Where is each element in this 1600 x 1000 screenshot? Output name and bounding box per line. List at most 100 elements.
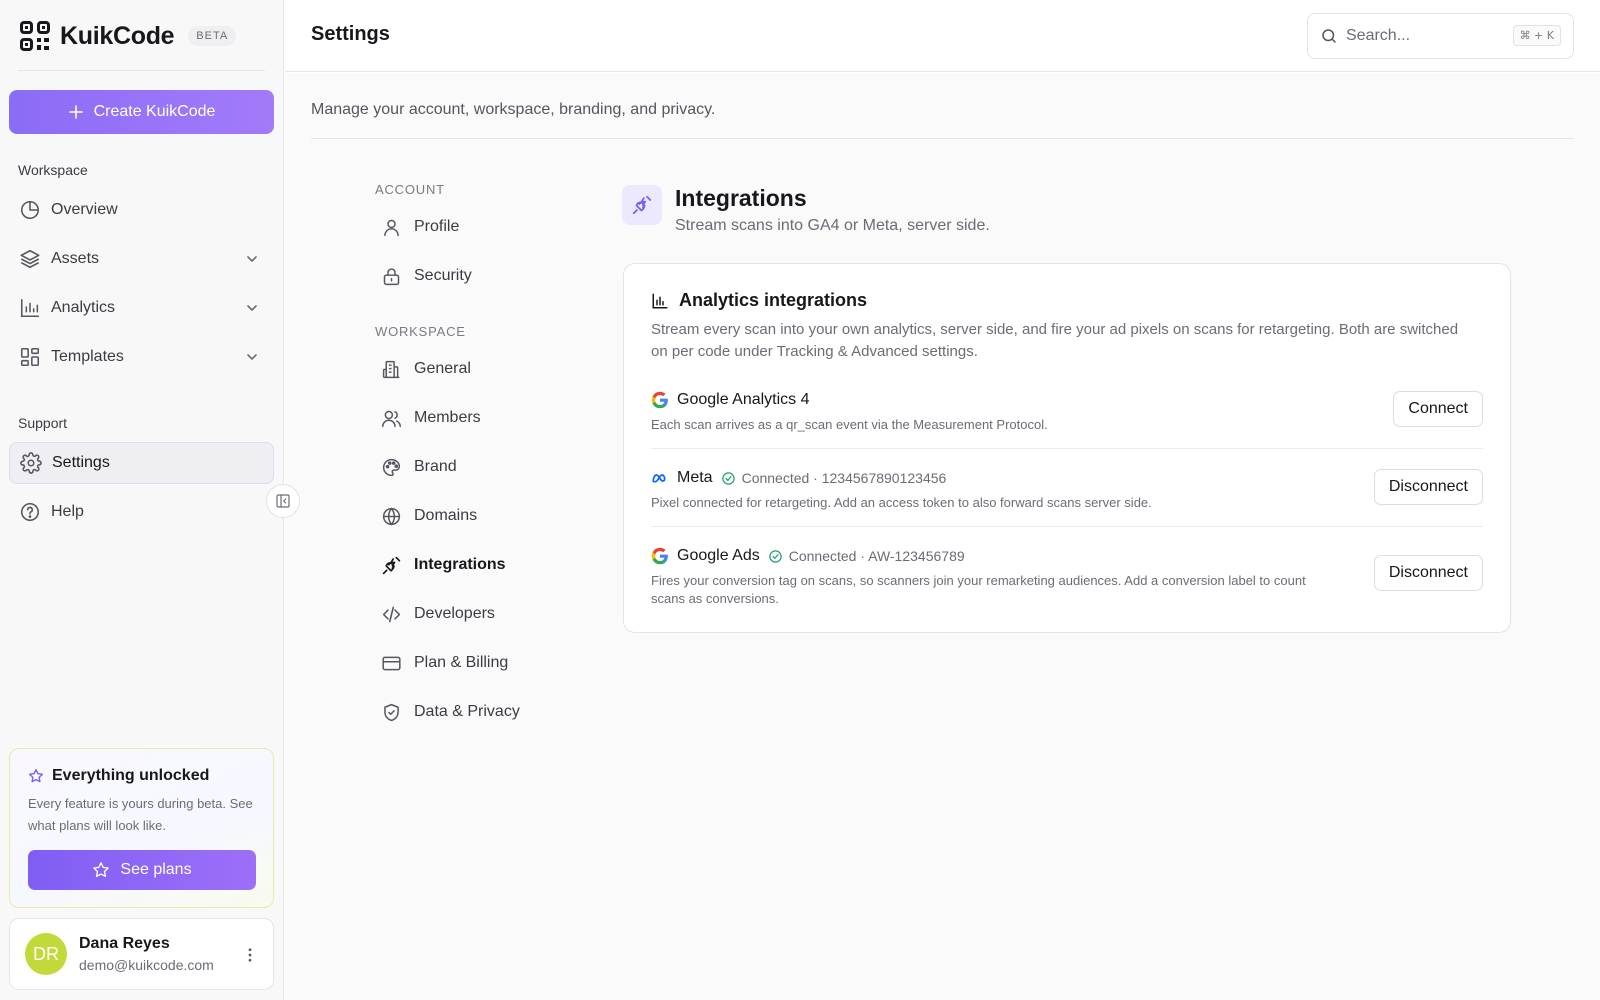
- unlock-title-row: Everything unlocked: [28, 767, 255, 785]
- create-kuikcode-button[interactable]: Create KuikCode: [9, 90, 274, 134]
- search-input[interactable]: [1346, 27, 1506, 45]
- help-circle-icon: [20, 502, 40, 522]
- plus-icon: [68, 105, 83, 119]
- integration-row-meta: Meta Connected · 1234567890123456 Pixel …: [651, 469, 1483, 527]
- card-description: Stream every scan into your own analytic…: [651, 321, 1459, 360]
- nav-item-label: General: [414, 360, 471, 377]
- pie-chart-icon: [21, 200, 40, 219]
- top-bar: Settings ⌘ + K: [285, 0, 1600, 72]
- check-circle-icon: [768, 549, 782, 563]
- search-shortcut: ⌘ + K: [1512, 25, 1561, 46]
- bar-chart-icon: [652, 293, 668, 308]
- credit-card-icon: [382, 656, 401, 670]
- integration-description: Each scan arrives as a qr_scan event via…: [651, 417, 1048, 432]
- settings-nav-data-privacy[interactable]: Data & Privacy: [375, 692, 575, 732]
- search-icon: [1322, 29, 1336, 43]
- sidebar-item-settings[interactable]: Settings: [9, 442, 274, 484]
- sidebar-item-label: Overview: [51, 201, 118, 218]
- code-icon: [382, 606, 401, 622]
- nav-item-label: Brand: [414, 458, 457, 475]
- settings-nav-integrations[interactable]: Integrations: [375, 545, 575, 585]
- nav-item-label: Security: [414, 267, 472, 284]
- sidebar-item-analytics[interactable]: Analytics: [9, 287, 274, 329]
- gear-icon: [20, 452, 42, 474]
- collapse-sidebar-button[interactable]: [266, 484, 300, 518]
- main-divider: [311, 138, 1574, 139]
- section-title: Integrations: [675, 185, 807, 211]
- meta-icon: [652, 474, 666, 483]
- support-heading: Support: [18, 415, 68, 431]
- plug-icon: [382, 556, 401, 574]
- chevron-down-icon[interactable]: [244, 300, 260, 316]
- bar-chart-icon: [20, 298, 40, 318]
- nav-item-label: Data & Privacy: [414, 703, 520, 720]
- more-vertical-icon[interactable]: [241, 946, 259, 964]
- analytics-integrations-card: Analytics integrations Stream every scan…: [623, 263, 1511, 633]
- disconnect-google-ads-button[interactable]: Disconnect: [1373, 555, 1483, 591]
- beta-badge: BETA: [188, 26, 237, 46]
- sidebar-item-overview[interactable]: Overview: [9, 189, 274, 231]
- disconnect-meta-button[interactable]: Disconnect: [1373, 469, 1483, 505]
- integration-row-google-ads: Google Ads Connected · AW-123456789 Fire…: [651, 547, 1483, 609]
- user-info: Dana Reyes demo@kuikcode.com: [79, 935, 214, 973]
- status-badge: Connected · AW-123456789: [768, 548, 965, 564]
- lock-icon: [383, 267, 400, 285]
- brand-name: KuikCode: [60, 21, 175, 50]
- see-plans-button[interactable]: See plans: [28, 850, 256, 890]
- status-text: Connected · 1234567890123456: [741, 470, 947, 486]
- nav-item-label: Members: [414, 409, 481, 426]
- user-card[interactable]: DR Dana Reyes demo@kuikcode.com: [9, 918, 274, 990]
- status-badge: Connected · 1234567890123456: [721, 470, 947, 486]
- star-icon: [29, 769, 43, 783]
- sidebar-item-assets[interactable]: Assets: [9, 238, 274, 280]
- settings-nav-security[interactable]: Security: [375, 256, 575, 296]
- account-heading: ACCOUNT: [375, 182, 445, 197]
- settings-nav-profile[interactable]: Profile: [375, 207, 575, 247]
- integration-name-line: Google Analytics 4: [651, 391, 1483, 409]
- globe-icon: [382, 506, 401, 526]
- shield-check-icon: [384, 703, 399, 721]
- sidebar: KuikCode BETA Create KuikCode Workspace …: [0, 0, 284, 1000]
- settings-subtitle: Manage your account, workspace, branding…: [311, 101, 716, 118]
- google-icon: [651, 547, 668, 565]
- settings-nav-brand[interactable]: Brand: [375, 447, 575, 487]
- integration-description: Pixel connected for retargeting. Add an …: [651, 495, 1152, 510]
- qr-logo-icon: [20, 21, 50, 51]
- integration-row-ga4: Google Analytics 4 Each scan arrives as …: [651, 391, 1483, 449]
- sidebar-item-label: Assets: [51, 250, 100, 267]
- settings-nav-general[interactable]: General: [375, 349, 575, 389]
- section-subtitle: Stream scans into GA4 or Meta, server si…: [675, 217, 990, 234]
- nav-item-label: Developers: [414, 605, 495, 622]
- brand-divider: [18, 70, 265, 71]
- chevron-down-icon[interactable]: [244, 349, 260, 365]
- search-box[interactable]: ⌘ + K: [1307, 13, 1574, 59]
- brand[interactable]: KuikCode BETA: [20, 20, 237, 52]
- integration-name-line: Meta Connected · 1234567890123456: [651, 469, 1483, 487]
- sidebar-item-help[interactable]: Help: [9, 491, 274, 533]
- users-icon: [382, 410, 401, 427]
- sidebar-item-label: Help: [51, 503, 84, 520]
- layout-grid-icon: [20, 347, 40, 367]
- page-title: Settings: [311, 23, 390, 45]
- settings-nav-domains[interactable]: Domains: [375, 496, 575, 536]
- integration-name: Google Analytics 4: [677, 391, 810, 408]
- main-content: Manage your account, workspace, branding…: [285, 73, 1600, 1000]
- connect-ga4-button[interactable]: Connect: [1393, 391, 1483, 427]
- settings-nav-members[interactable]: Members: [375, 398, 575, 438]
- palette-icon: [382, 458, 401, 476]
- avatar: DR: [25, 933, 67, 975]
- card-title: Analytics integrations: [679, 290, 868, 310]
- workspace-nav-heading: WORKSPACE: [375, 324, 466, 339]
- unlock-text: Every feature is yours during beta. See …: [28, 796, 253, 833]
- sidebar-item-label: Templates: [51, 348, 124, 365]
- see-plans-label: See plans: [120, 861, 192, 878]
- integration-name-line: Google Ads Connected · AW-123456789: [651, 547, 1483, 565]
- integration-name: Google Ads: [677, 547, 760, 564]
- sidebar-item-label: Analytics: [51, 299, 116, 316]
- sidebar-item-templates[interactable]: Templates: [9, 336, 274, 378]
- chevron-down-icon[interactable]: [244, 251, 260, 267]
- check-circle-icon: [721, 471, 735, 485]
- settings-nav-plan-billing[interactable]: Plan & Billing: [375, 643, 575, 683]
- settings-nav-developers[interactable]: Developers: [375, 594, 575, 634]
- plug-icon: [632, 195, 652, 215]
